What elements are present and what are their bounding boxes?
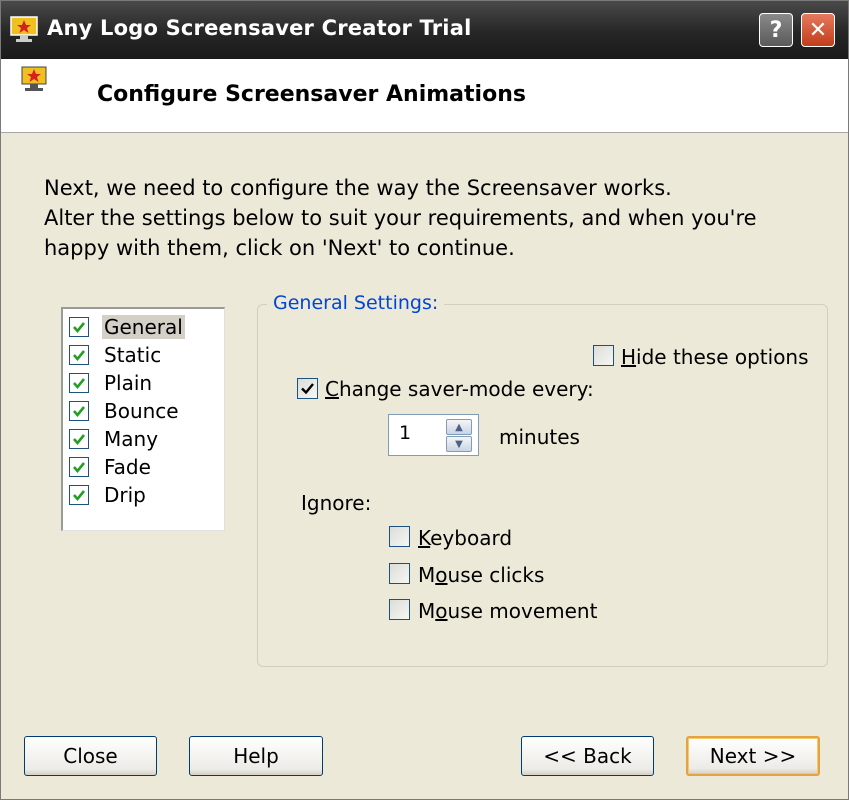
help-button[interactable]: Help: [189, 736, 323, 776]
mouse-clicks-checkbox[interactable]: [389, 563, 410, 584]
group-legend: General Settings:: [267, 292, 445, 314]
checkbox-checked-icon[interactable]: [69, 429, 89, 449]
interval-value[interactable]: 1: [399, 422, 411, 444]
mouse-movement-checkbox[interactable]: [389, 599, 410, 620]
spin-up-icon[interactable]: ▲: [446, 419, 472, 435]
checkbox-checked-icon[interactable]: [69, 457, 89, 477]
window-title: Any Logo Screensaver Creator Trial: [47, 16, 472, 40]
checkbox-checked-icon[interactable]: [69, 373, 89, 393]
close-title-button[interactable]: ✕: [801, 13, 835, 47]
interval-stepper[interactable]: 1 ▲ ▼: [388, 414, 479, 456]
title-bar[interactable]: Any Logo Screensaver Creator Trial ? ✕: [1, 1, 848, 59]
list-item-label: Many: [104, 427, 159, 451]
list-item-label: Plain: [104, 371, 153, 395]
intro-line: happy with them, click on 'Next' to cont…: [44, 236, 515, 260]
change-mode-checkbox[interactable]: [297, 378, 318, 399]
hide-options-checkbox[interactable]: [593, 345, 614, 366]
page-title: Configure Screensaver Animations: [97, 82, 526, 107]
back-button[interactable]: << Back: [521, 736, 654, 776]
checkbox-checked-icon[interactable]: [69, 485, 89, 505]
checkbox-checked-icon[interactable]: [69, 317, 89, 337]
list-item-label: Fade: [104, 455, 151, 479]
list-item-many[interactable]: Many: [69, 426, 160, 452]
mouse-movement-label[interactable]: Mouse movement: [418, 599, 597, 623]
app-monitor-icon: [10, 16, 38, 42]
list-item-label: Bounce: [104, 399, 179, 423]
dialog-window: Any Logo Screensaver Creator Trial ? ✕ C…: [0, 0, 849, 800]
change-mode-label[interactable]: Change saver-mode every:: [325, 377, 594, 401]
checkbox-checked-icon[interactable]: [69, 401, 89, 421]
help-title-button[interactable]: ?: [759, 13, 793, 47]
list-item-static[interactable]: Static: [69, 342, 163, 368]
interval-unit: minutes: [499, 425, 580, 449]
intro-text: Next, we need to configure the way the S…: [44, 173, 757, 263]
list-item-plain[interactable]: Plain: [69, 370, 154, 396]
checkbox-checked-icon[interactable]: [69, 345, 89, 365]
keyboard-label[interactable]: Keyboard: [418, 526, 512, 550]
intro-line: Alter the settings below to suit your re…: [44, 206, 757, 230]
list-item-general[interactable]: General: [69, 314, 185, 340]
ignore-label: Ignore:: [301, 491, 372, 515]
list-item-label: General: [102, 315, 185, 339]
mode-list[interactable]: General Static Plain Bounce Many Fade Dr…: [61, 307, 225, 531]
intro-line: Next, we need to configure the way the S…: [44, 176, 672, 200]
list-item-drip[interactable]: Drip: [69, 482, 148, 508]
list-item-label: Drip: [104, 483, 146, 507]
list-item-fade[interactable]: Fade: [69, 454, 153, 480]
next-button[interactable]: Next >>: [686, 736, 820, 776]
hide-options-label[interactable]: Hide these options: [621, 345, 809, 369]
spin-down-icon[interactable]: ▼: [446, 436, 472, 452]
mouse-clicks-label[interactable]: Mouse clicks: [418, 563, 544, 587]
checkmark-icon: [301, 383, 314, 395]
screensaver-monitor-icon: [21, 66, 47, 91]
wizard-header: Configure Screensaver Animations: [1, 59, 848, 133]
list-item-bounce[interactable]: Bounce: [69, 398, 181, 424]
list-item-label: Static: [104, 343, 162, 367]
keyboard-checkbox[interactable]: [389, 526, 410, 547]
close-button[interactable]: Close: [24, 736, 157, 776]
